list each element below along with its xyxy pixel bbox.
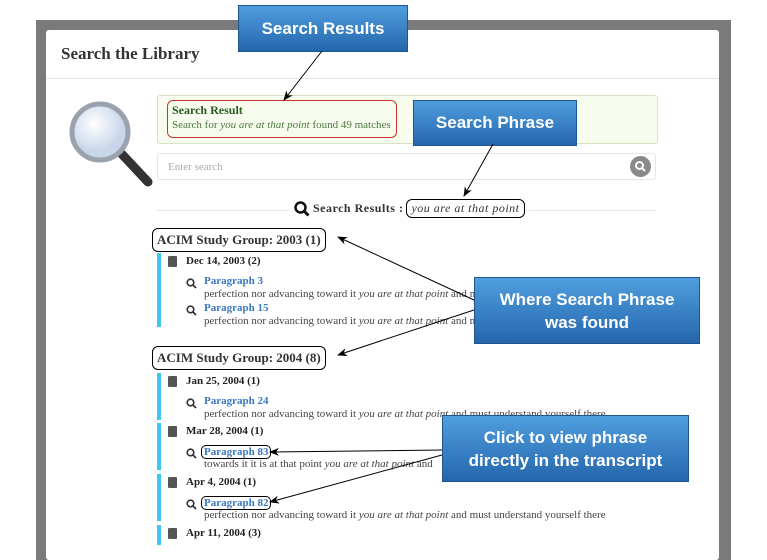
snippet: perfection nor advancing toward it you a… xyxy=(204,509,606,521)
group-heading: ACIM Study Group: 2004 (8) xyxy=(152,346,326,370)
alert-title: Search Result xyxy=(172,103,243,117)
date-heading[interactable]: Jan 25, 2004 (1) xyxy=(186,375,260,387)
paragraph-link[interactable]: Paragraph 24 xyxy=(204,395,268,407)
paragraph-link[interactable]: Paragraph 3 xyxy=(204,275,263,287)
snippet-post: and xyxy=(414,458,433,470)
alert-suffix: found 49 matches xyxy=(309,119,391,131)
paragraph-link[interactable]: Paragraph 83 xyxy=(201,445,272,459)
alert-message: Search for you are at that point found 4… xyxy=(172,119,391,131)
snippet-post: and must understand yourself there xyxy=(448,509,606,521)
accent-bar xyxy=(157,525,161,545)
search-icon xyxy=(186,497,197,515)
page-title: Search the Library xyxy=(61,44,200,63)
results-heading: Search Results : you are at that point xyxy=(290,199,529,218)
date-heading[interactable]: Apr 11, 2004 (3) xyxy=(186,527,261,539)
book-icon xyxy=(168,426,177,437)
search-icon xyxy=(186,396,197,414)
search-icon xyxy=(294,200,310,217)
book-icon xyxy=(168,528,177,539)
snippet-pre: perfection nor advancing toward it xyxy=(204,315,359,327)
snippet-match: you are at that point xyxy=(324,458,415,470)
alert-phrase: you are at that point xyxy=(220,119,310,131)
divider xyxy=(46,78,719,79)
snippet-match: you are at that point xyxy=(358,288,449,300)
snippet-pre: perfection nor advancing toward it xyxy=(204,288,359,300)
snippet-pre: towards it it is at that point xyxy=(204,458,325,470)
book-icon xyxy=(168,477,177,488)
search-icon xyxy=(186,276,197,294)
paragraph-link[interactable]: Paragraph 82 xyxy=(201,496,272,510)
book-icon xyxy=(168,256,177,267)
search-button[interactable] xyxy=(630,156,651,177)
search-icon xyxy=(186,446,197,464)
date-heading[interactable]: Dec 14, 2003 (2) xyxy=(186,255,261,267)
callout-click-view: Click to view phrase directly in the tra… xyxy=(442,415,689,482)
snippet-match: you are at that point xyxy=(358,509,449,521)
search-icon xyxy=(186,303,197,321)
date-heading[interactable]: Mar 28, 2004 (1) xyxy=(186,425,263,437)
accent-bar xyxy=(157,253,161,327)
group-heading: ACIM Study Group: 2003 (1) xyxy=(152,228,326,252)
accent-bar xyxy=(157,474,161,521)
snippet-match: you are at that point xyxy=(358,408,449,420)
results-heading-label: Search Results : xyxy=(313,201,404,215)
snippet-pre: perfection nor advancing toward it xyxy=(204,408,359,420)
results-phrase: you are at that point xyxy=(406,199,525,218)
accent-bar xyxy=(157,373,161,420)
alert-prefix: Search for xyxy=(172,119,221,131)
search-input[interactable] xyxy=(157,153,656,180)
snippet: towards it it is at that point you are a… xyxy=(204,458,433,470)
paragraph-link[interactable]: Paragraph 15 xyxy=(204,302,268,314)
magnifier-icon xyxy=(69,101,153,187)
date-heading[interactable]: Apr 4, 2004 (1) xyxy=(186,476,256,488)
search-icon xyxy=(635,161,646,172)
snippet-pre: perfection nor advancing toward it xyxy=(204,509,359,521)
book-icon xyxy=(168,376,177,387)
accent-bar xyxy=(157,423,161,470)
callout-where-found: Where Search Phrase was found xyxy=(474,277,700,344)
callout-search-results: Search Results xyxy=(238,5,408,52)
callout-search-phrase: Search Phrase xyxy=(413,100,577,146)
snippet-match: you are at that point xyxy=(358,315,449,327)
